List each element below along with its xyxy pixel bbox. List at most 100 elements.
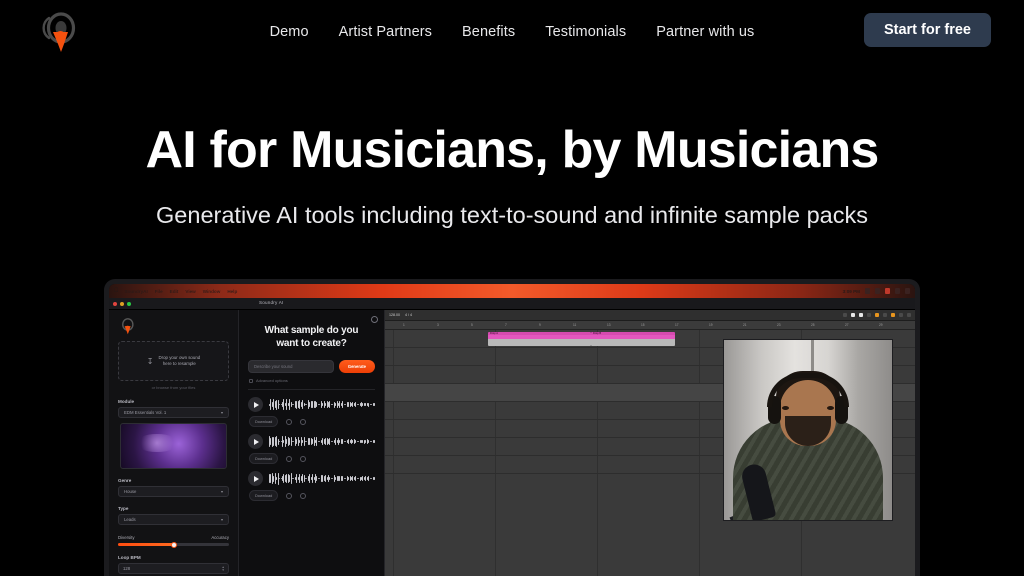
nav-link-testimonials[interactable]: Testimonials bbox=[545, 24, 626, 40]
zoom-icon[interactable] bbox=[127, 301, 131, 306]
diversity-label: Diversity bbox=[118, 535, 135, 540]
diversity-accuracy-labels: Diversity Accuracy bbox=[118, 535, 229, 540]
landing-page: Demo Artist Partners Benefits Testimonia… bbox=[0, 0, 1024, 576]
menu-item-view[interactable]: View bbox=[185, 289, 195, 294]
ruler-tick: 25 bbox=[811, 323, 815, 327]
ruler-tick: 1 bbox=[403, 323, 405, 327]
close-icon[interactable] bbox=[113, 301, 117, 306]
diversity-accuracy-slider[interactable] bbox=[118, 541, 229, 548]
waveform-bar bbox=[373, 402, 375, 407]
start-for-free-button[interactable]: Start for free bbox=[863, 13, 991, 47]
loop-icon[interactable] bbox=[843, 313, 847, 317]
nav-link-benefits[interactable]: Benefits bbox=[462, 24, 515, 40]
dropzone-browse-link[interactable]: or browse from your files bbox=[116, 385, 231, 390]
minimize-icon[interactable] bbox=[120, 301, 124, 306]
type-select[interactable]: Leads ▾ bbox=[118, 514, 229, 525]
slider-handle[interactable] bbox=[170, 541, 177, 548]
webcam-overlay bbox=[723, 339, 893, 521]
download-button[interactable]: Download bbox=[249, 490, 279, 501]
automation-icon[interactable] bbox=[891, 313, 895, 317]
metronome-icon[interactable] bbox=[883, 313, 887, 317]
nav-link-artist-partners[interactable]: Artist Partners bbox=[339, 24, 432, 40]
follow-icon[interactable] bbox=[907, 313, 911, 317]
module-select[interactable]: EDM Essentials Vol. 1 ▾ bbox=[118, 407, 229, 418]
waveform-bar bbox=[279, 441, 280, 442]
play-icon[interactable] bbox=[248, 397, 263, 412]
waveform-bar bbox=[279, 404, 280, 405]
genre-select[interactable]: House ▾ bbox=[118, 486, 229, 497]
waveform-bar bbox=[358, 478, 359, 479]
waveform-bar bbox=[373, 477, 375, 480]
heart-icon[interactable] bbox=[300, 492, 307, 499]
loop-bpm-stepper[interactable]: 128 ▴ ▾ bbox=[118, 563, 229, 574]
draw-mode-icon[interactable] bbox=[899, 313, 903, 317]
daw-clip[interactable]: Drop A bbox=[488, 332, 591, 346]
waveform-bar bbox=[273, 437, 275, 446]
dropzone-line2: here to resample bbox=[162, 361, 196, 366]
session-record-icon[interactable] bbox=[875, 313, 879, 317]
waveform[interactable] bbox=[269, 434, 375, 449]
checkbox-icon[interactable] bbox=[249, 378, 253, 383]
daw-time-signature[interactable]: 4 / 4 bbox=[405, 313, 412, 317]
waveform-bar bbox=[319, 441, 321, 442]
play-icon[interactable] bbox=[248, 434, 263, 449]
menubar-clock: 3:09 PM bbox=[842, 288, 860, 294]
generation-heading: What sample do you want to create? bbox=[250, 324, 373, 350]
sound-dropzone[interactable]: ↧ Drop your own sound here to resample bbox=[118, 341, 229, 381]
prompt-input[interactable]: Describe your sound bbox=[248, 360, 334, 373]
nav-link-partner-with-us[interactable]: Partner with us bbox=[656, 24, 754, 40]
wifi-icon[interactable] bbox=[865, 288, 870, 294]
apple-logo-icon:  bbox=[114, 288, 119, 294]
ruler-tick: 15 bbox=[641, 323, 645, 327]
waveform-bar bbox=[332, 478, 333, 479]
menu-item-file[interactable]: File bbox=[155, 289, 163, 294]
menu-item-help[interactable]: Help bbox=[227, 289, 237, 294]
stepper-arrows-icon[interactable]: ▴ ▾ bbox=[222, 565, 224, 572]
waveform-bar bbox=[319, 404, 321, 405]
menu-item-window[interactable]: Window bbox=[203, 289, 221, 294]
download-button[interactable]: Download bbox=[249, 453, 279, 464]
daw-transport-controls bbox=[843, 313, 911, 317]
left-settings-panel: ↧ Drop your own sound here to resample o… bbox=[109, 310, 239, 576]
waveform[interactable] bbox=[269, 397, 375, 412]
bluetooth-icon[interactable] bbox=[875, 288, 880, 294]
refresh-icon[interactable] bbox=[286, 492, 293, 499]
genre-value: House bbox=[124, 489, 137, 494]
daw-clip[interactable]: Drop B bbox=[591, 332, 675, 346]
advanced-options-toggle[interactable]: Advanced options bbox=[249, 378, 374, 383]
waveform-bar bbox=[348, 402, 349, 407]
ruler-tick: 5 bbox=[471, 323, 473, 327]
nav-link-demo[interactable]: Demo bbox=[270, 24, 309, 40]
heart-icon[interactable] bbox=[300, 418, 307, 425]
play-icon[interactable] bbox=[851, 313, 855, 317]
stop-icon[interactable] bbox=[859, 313, 863, 317]
refresh-icon[interactable] bbox=[286, 455, 293, 462]
waveform[interactable] bbox=[269, 471, 375, 486]
play-icon[interactable] bbox=[248, 471, 263, 486]
app-body: ↧ Drop your own sound here to resample o… bbox=[109, 310, 915, 576]
refresh-icon[interactable] bbox=[286, 418, 293, 425]
waveform-bar bbox=[371, 441, 372, 442]
search-icon[interactable] bbox=[905, 288, 910, 294]
loop-bpm-value: 128 bbox=[123, 566, 131, 571]
ruler-tick: 23 bbox=[777, 323, 781, 327]
waveform-bar bbox=[335, 438, 336, 445]
daw-tempo[interactable]: 128.00 bbox=[389, 313, 400, 317]
ruler-tick: 13 bbox=[607, 323, 611, 327]
heart-icon[interactable] bbox=[300, 455, 307, 462]
control-center-icon[interactable] bbox=[895, 288, 900, 294]
waveform-bar bbox=[371, 404, 372, 405]
history-clock-icon[interactable] bbox=[371, 316, 378, 323]
daw-timeline-ruler[interactable]: 1 3 5 7 9 11 13 15 17 19 21 23 25 27 29 bbox=[385, 321, 915, 330]
heading-line2: want to create? bbox=[276, 338, 347, 349]
menu-item-app[interactable]: SoundryAI bbox=[125, 289, 148, 294]
battery-icon[interactable] bbox=[885, 288, 890, 294]
waveform-bar bbox=[355, 440, 356, 443]
generate-button[interactable]: Generate bbox=[338, 360, 375, 373]
waveform-bar bbox=[322, 475, 323, 482]
download-button[interactable]: Download bbox=[249, 416, 279, 427]
menu-item-edit[interactable]: Edit bbox=[170, 289, 179, 294]
waveform-bar bbox=[342, 401, 344, 408]
dropzone-line1: Drop your own sound bbox=[158, 355, 201, 360]
record-icon[interactable] bbox=[867, 313, 871, 317]
